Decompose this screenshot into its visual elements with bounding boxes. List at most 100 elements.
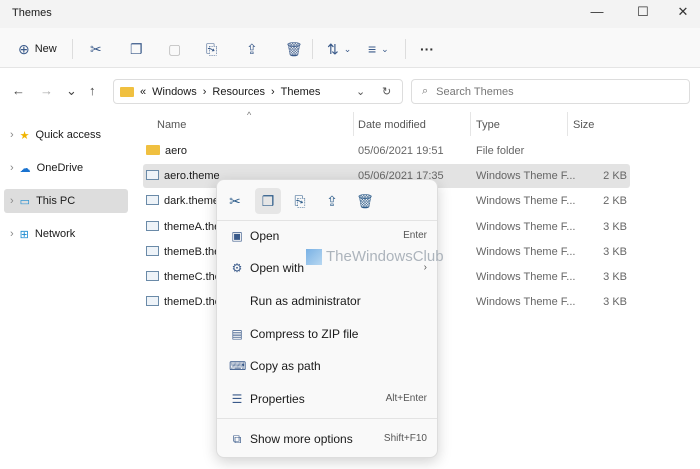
menu-item-open[interactable]: ▣ Open Enter (221, 221, 433, 251)
folder-icon (146, 145, 160, 155)
sidebar-item-network[interactable]: › ⊞ Network (4, 222, 128, 246)
cut-button[interactable]: ✂ (90, 38, 102, 60)
menu-item-copy-as-path[interactable]: ⌨ Copy as path (221, 351, 433, 381)
cloud-icon: ☁ (19, 162, 31, 175)
menu-item-label: Show more options (250, 432, 353, 446)
theme-file-icon (146, 271, 159, 281)
forward-button[interactable]: → (40, 83, 53, 98)
share-icon[interactable]: ⇪ (319, 188, 345, 214)
file-type: File folder (476, 145, 525, 157)
share-icon: ⇪ (246, 40, 258, 57)
file-type: Windows Theme F... (476, 245, 576, 258)
sort-ascending-icon: ^ (247, 110, 252, 120)
watermark-logo-icon (306, 248, 322, 265)
paste-button[interactable]: ▢ (168, 38, 181, 60)
sidebar-item-this-pc[interactable]: › ▭ This PC (4, 189, 128, 213)
watermark: TheWindowsClub (306, 248, 444, 265)
view-button[interactable]: ≡ ⌄ (368, 38, 389, 60)
sidebar-label: Network (34, 228, 76, 240)
divider (470, 112, 471, 136)
cut-icon[interactable]: ✂ (222, 188, 248, 214)
sidebar-item-onedrive[interactable]: › ☁ OneDrive (4, 156, 128, 180)
divider (217, 418, 437, 419)
rename-icon: ⎘ (206, 40, 218, 57)
menu-item-run-as-administrator[interactable]: Run as administrator (221, 286, 433, 316)
more-button[interactable]: ··· (420, 38, 434, 60)
trash-icon[interactable]: 🗑 (352, 188, 378, 214)
context-quick-actions: ✂ ❐ ⎘ ⇪ 🗑 (217, 186, 437, 216)
title-bar: Themes — ☐ ✕ (0, 0, 700, 28)
sort-button[interactable]: ⇅ ⌄ (327, 38, 351, 60)
file-size: 3 KB (603, 245, 627, 258)
theme-file-icon (146, 195, 159, 206)
menu-item-shortcut: Shift+F10 (383, 433, 427, 444)
up-button[interactable]: ↑ (89, 83, 96, 98)
window-title: Themes (12, 7, 52, 19)
command-bar: ⊕ New ✂ ❐ ▢ ⎘ ⇪ 🗑 ⇅ ⌄ ≡ ⌄ ··· (0, 28, 700, 68)
menu-item-icon: ⌨ (229, 359, 247, 373)
theme-file-icon (146, 296, 159, 307)
menu-item-shortcut: Alt+Enter (385, 393, 427, 404)
copy-icon[interactable]: ❐ (255, 188, 281, 214)
file-date: 05/06/2021 19:51 (358, 145, 444, 157)
close-button[interactable]: ✕ (668, 4, 698, 24)
search-box[interactable]: ⌕ Search Themes (411, 79, 690, 104)
search-input[interactable]: Search Themes (436, 86, 513, 98)
theme-file-icon (146, 220, 159, 231)
file-name: dark.theme (164, 195, 220, 208)
column-header-type[interactable]: Type (476, 119, 500, 131)
menu-item-show-more-options[interactable]: ⧉ Show more options Shift+F10 (221, 424, 433, 454)
divider (353, 112, 354, 136)
breadcrumb-separator: › (271, 85, 275, 98)
new-label: New (34, 43, 57, 55)
sidebar-label: Quick access (35, 129, 101, 141)
copy-button[interactable]: ❐ (130, 38, 143, 60)
menu-item-label: Properties (250, 392, 305, 406)
menu-item-properties[interactable]: ☰ Properties Alt+Enter (221, 384, 433, 414)
breadcrumb-themes[interactable]: Themes (281, 86, 321, 98)
menu-item-label: Open (250, 229, 280, 243)
address-bar[interactable]: « Windows › Resources › Themes ⌄ ↻ (113, 79, 403, 104)
new-button[interactable]: ⊕ New (18, 38, 57, 60)
breadcrumb-overflow[interactable]: « (140, 86, 146, 98)
search-icon: ⌕ (422, 85, 429, 97)
chevron-down-icon[interactable]: ⌄ (356, 85, 365, 98)
column-header-date[interactable]: Date modified (358, 119, 426, 131)
file-row[interactable]: aero 05/06/2021 19:51 File folder (143, 139, 630, 163)
file-name: aero.theme (164, 170, 220, 183)
paste-icon: ▢ (168, 40, 182, 57)
menu-item-compress-to-zip-file[interactable]: ▤ Compress to ZIP file (221, 319, 433, 349)
share-button[interactable]: ⇪ (246, 38, 258, 60)
menu-item-icon: ☰ (231, 392, 243, 406)
refresh-icon[interactable]: ↻ (382, 85, 391, 98)
plus-icon: ⊕ (18, 40, 30, 57)
minimize-button[interactable]: — (582, 4, 612, 24)
column-header-size[interactable]: Size (573, 119, 594, 131)
computer-icon: ▭ (19, 195, 31, 208)
menu-item-label: Open with (250, 261, 305, 275)
file-size: 3 KB (603, 220, 627, 233)
file-type: Windows Theme F... (476, 296, 576, 309)
watermark-text: TheWindowsClub (326, 248, 444, 265)
breadcrumb-resources[interactable]: Resources (212, 86, 265, 98)
file-size: 3 KB (603, 296, 627, 309)
file-type: Windows Theme F... (476, 195, 576, 208)
file-type: Windows Theme F... (476, 220, 576, 233)
delete-button[interactable]: 🗑 (285, 38, 303, 60)
view-icon: ≡ (368, 41, 377, 57)
divider (405, 39, 406, 59)
menu-item-label: Run as administrator (250, 294, 361, 308)
rename-button[interactable]: ⎘ (206, 38, 217, 60)
back-button[interactable]: ← (12, 83, 25, 98)
file-size: 2 KB (603, 195, 627, 208)
copy-icon: ❐ (130, 40, 143, 57)
breadcrumb-windows[interactable]: Windows (152, 86, 197, 98)
rename-icon[interactable]: ⎘ (287, 188, 313, 214)
scissors-icon: ✂ (90, 40, 102, 57)
divider (567, 112, 568, 136)
maximize-button[interactable]: ☐ (628, 4, 658, 24)
column-header-name[interactable]: Name (157, 119, 186, 131)
recent-dropdown[interactable]: ⌄ (66, 83, 77, 99)
file-size: 3 KB (603, 271, 627, 283)
sidebar-item-quick-access[interactable]: › ★ Quick access (4, 123, 128, 147)
